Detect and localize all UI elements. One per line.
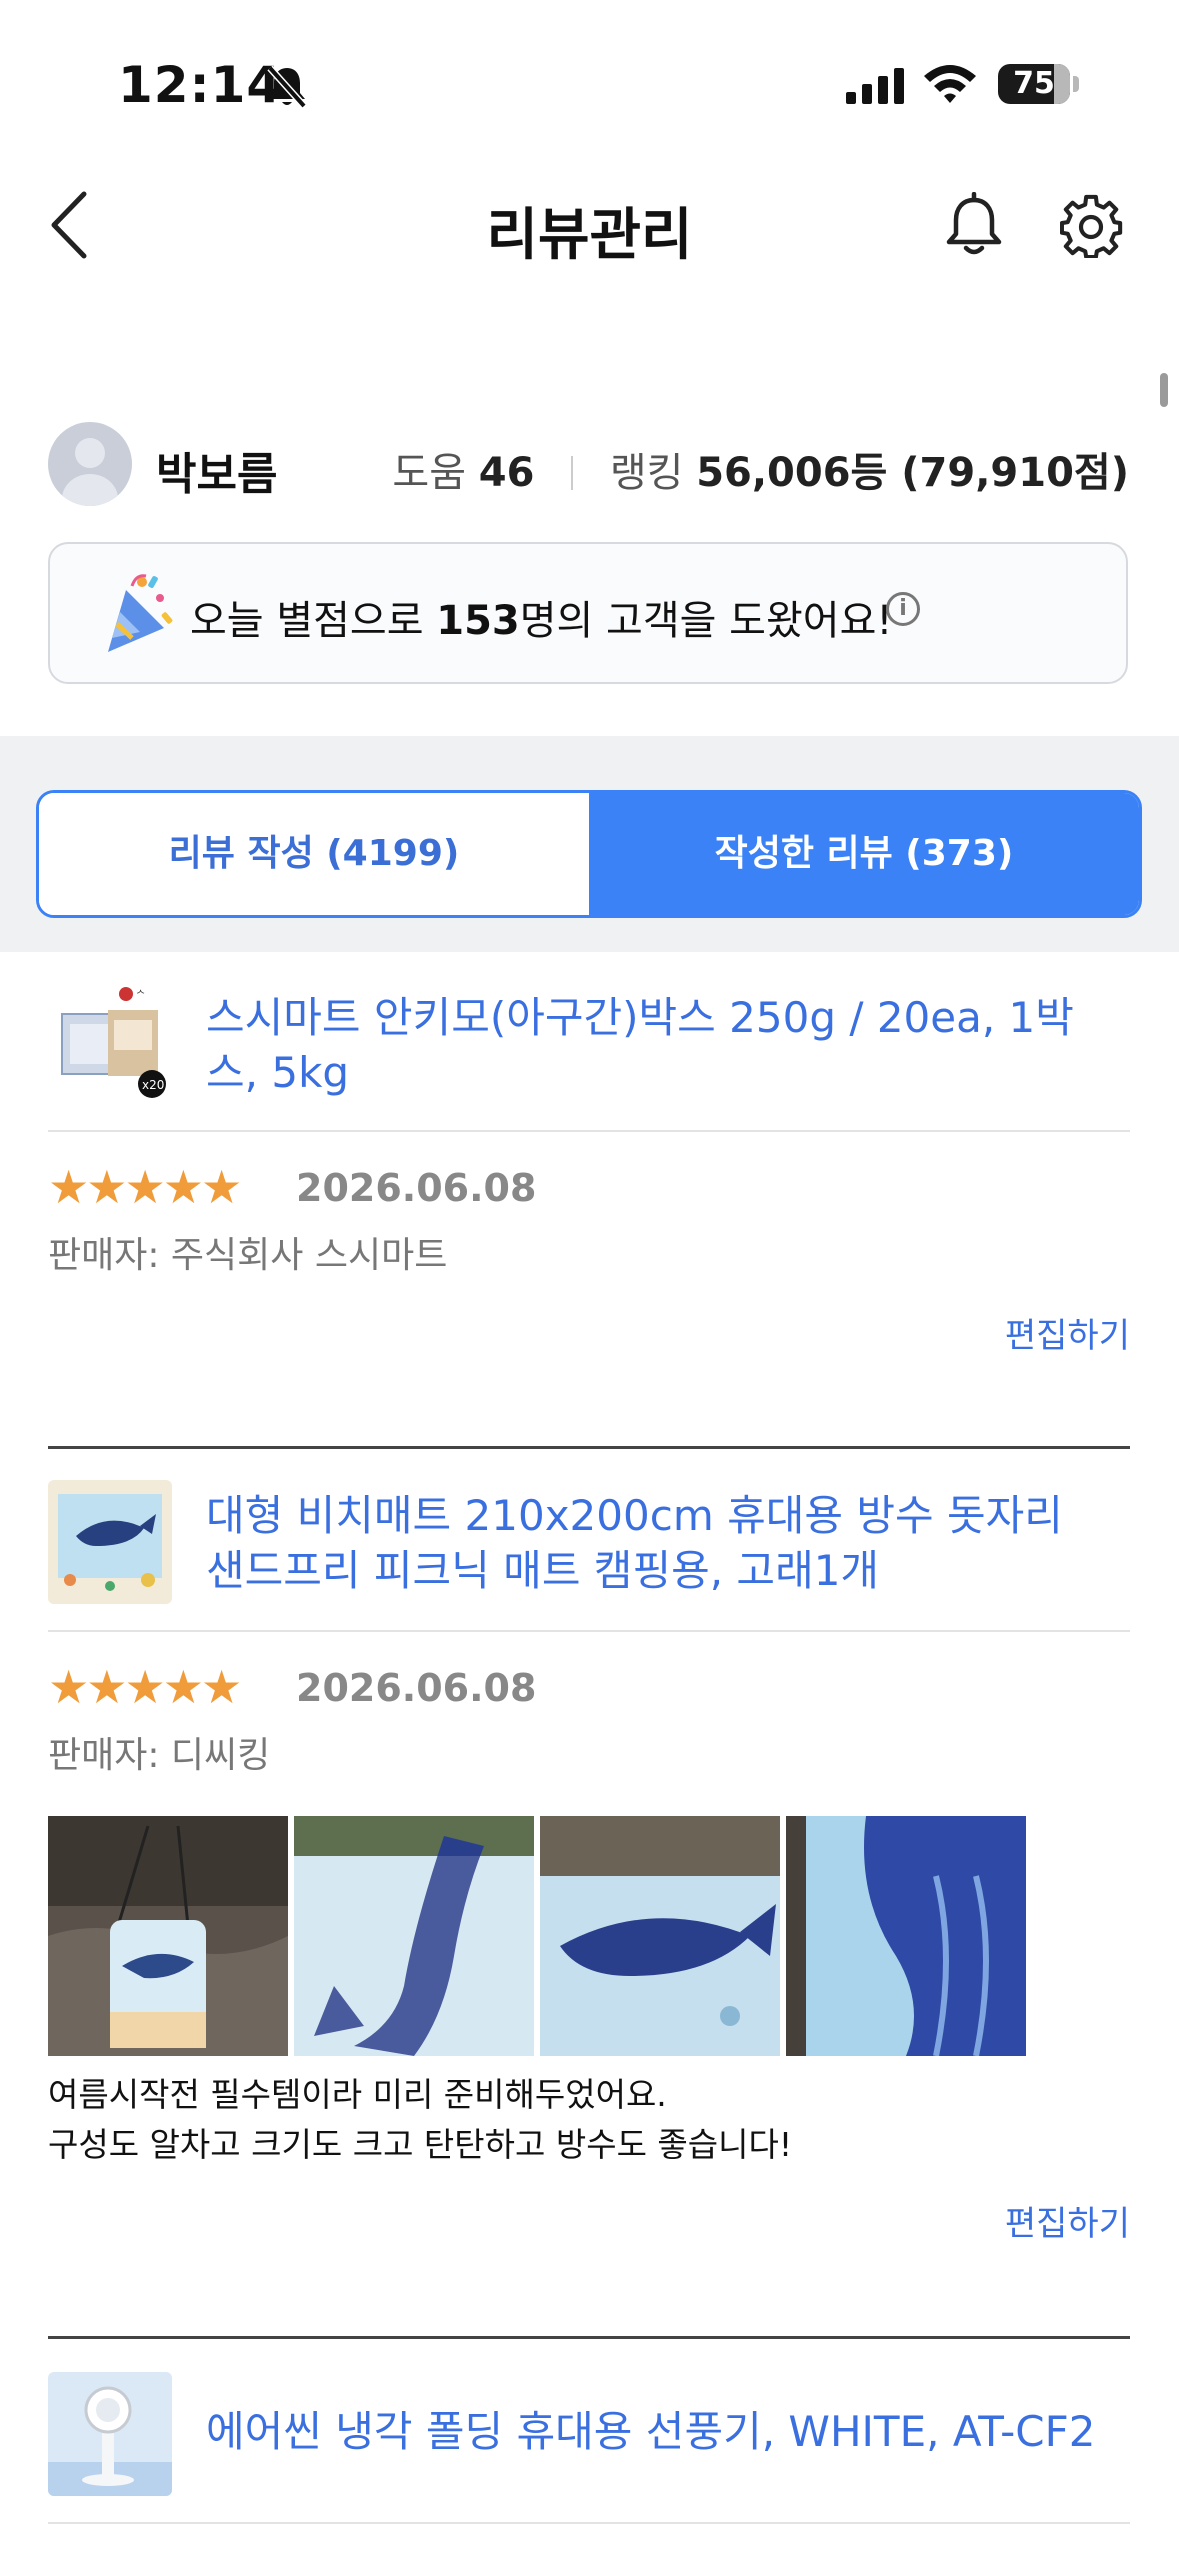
user-name: 박보름	[156, 449, 278, 500]
divider	[48, 1130, 1130, 1132]
stats-divider	[571, 456, 574, 490]
silent-mode-icon	[262, 62, 312, 116]
battery-icon: 75	[998, 64, 1070, 104]
review-photo[interactable]	[48, 1816, 288, 2056]
battery-tip	[1073, 76, 1079, 92]
divider	[48, 1630, 1130, 1632]
info-icon[interactable]: i	[886, 592, 920, 626]
review-separator	[48, 1446, 1130, 1449]
avatar	[48, 422, 132, 506]
product-thumbnail[interactable]	[48, 1480, 172, 1604]
star-rating: ★★★★★	[48, 1160, 242, 1214]
product-title[interactable]: 스시마트 안키모(아구간)박스 250g / 20ea, 1박스, 5kg	[206, 990, 1106, 1100]
ranking-label: 랭킹	[609, 450, 684, 496]
banner-count: 153	[436, 598, 520, 644]
settings-gear-icon[interactable]	[1059, 192, 1124, 262]
divider	[48, 2522, 1130, 2524]
product-title[interactable]: 대형 비치매트 210x200cm 휴대용 방수 돗자리 샌드프리 피크닉 매트…	[206, 1488, 1106, 1598]
review-text-line: 구성도 알차고 크기도 크고 탄탄하고 방수도 좋습니다!	[48, 2125, 793, 2164]
review-text-line: 여름시작전 필수템이라 미리 준비해두었어요.	[48, 2075, 667, 2114]
wifi-icon	[922, 62, 978, 110]
banner-prefix: 오늘 별점으로	[190, 598, 437, 644]
svg-text:ᄉ: ᄉ	[136, 990, 145, 1001]
help-count: 46	[478, 450, 535, 496]
review-date: 2026.06.08	[296, 1166, 537, 1210]
seller-name: 판매자: 디씨킹	[48, 1735, 271, 1776]
party-popper-icon	[102, 572, 176, 660]
review-text: 여름시작전 필수템이라 미리 준비해두었어요. 구성도 알차고 크기도 크고 탄…	[48, 2070, 792, 2170]
help-label: 도움	[392, 450, 467, 496]
product-title[interactable]: 에어씬 냉각 폴딩 휴대용 선풍기, WHITE, AT-CF2	[206, 2404, 1106, 2459]
user-stats: 도움 46 랭킹 56,006등 (79,910점)	[392, 440, 1129, 498]
edit-button[interactable]: 편집하기	[1005, 1308, 1130, 1357]
review-photo[interactable]	[294, 1816, 534, 2056]
status-bar: 12:14 75	[0, 0, 1179, 150]
tab-written-reviews[interactable]: 작성한 리뷰 (373)	[589, 793, 1139, 915]
tab-write-review[interactable]: 리뷰 작성 (4199)	[39, 793, 589, 915]
ranking-value: 56,006등 (79,910점)	[696, 450, 1129, 496]
product-thumbnail[interactable]: ᄉ x20	[48, 980, 172, 1104]
nav-header: 리뷰관리	[0, 160, 1179, 290]
review-photo[interactable]	[786, 1816, 1026, 2056]
bell-icon[interactable]	[942, 191, 1006, 262]
svg-text:x20: x20	[142, 1078, 164, 1092]
battery-level: 75	[1013, 66, 1055, 101]
profile-summary: 박보름 도움 46 랭킹 56,006등 (79,910점)	[0, 420, 1179, 510]
review-tabs: 리뷰 작성 (4199) 작성한 리뷰 (373)	[36, 790, 1142, 918]
product-thumbnail[interactable]	[48, 2372, 172, 2496]
status-time: 12:14	[118, 56, 283, 114]
scroll-indicator[interactable]	[1160, 373, 1168, 407]
edit-button[interactable]: 편집하기	[1005, 2196, 1130, 2245]
help-banner: 오늘 별점으로 153명의 고객을 도왔어요! i	[48, 542, 1128, 684]
banner-suffix: 명의 고객을 도왔어요!	[519, 598, 893, 644]
cellular-signal-icon	[846, 66, 906, 110]
banner-message: 오늘 별점으로 153명의 고객을 도왔어요!	[190, 588, 892, 646]
star-rating: ★★★★★	[48, 1660, 242, 1714]
review-separator	[48, 2336, 1130, 2339]
seller-name: 판매자: 주식회사 스시마트	[48, 1235, 448, 1276]
review-photo[interactable]	[540, 1816, 780, 2056]
review-date: 2026.06.08	[296, 1666, 537, 1710]
